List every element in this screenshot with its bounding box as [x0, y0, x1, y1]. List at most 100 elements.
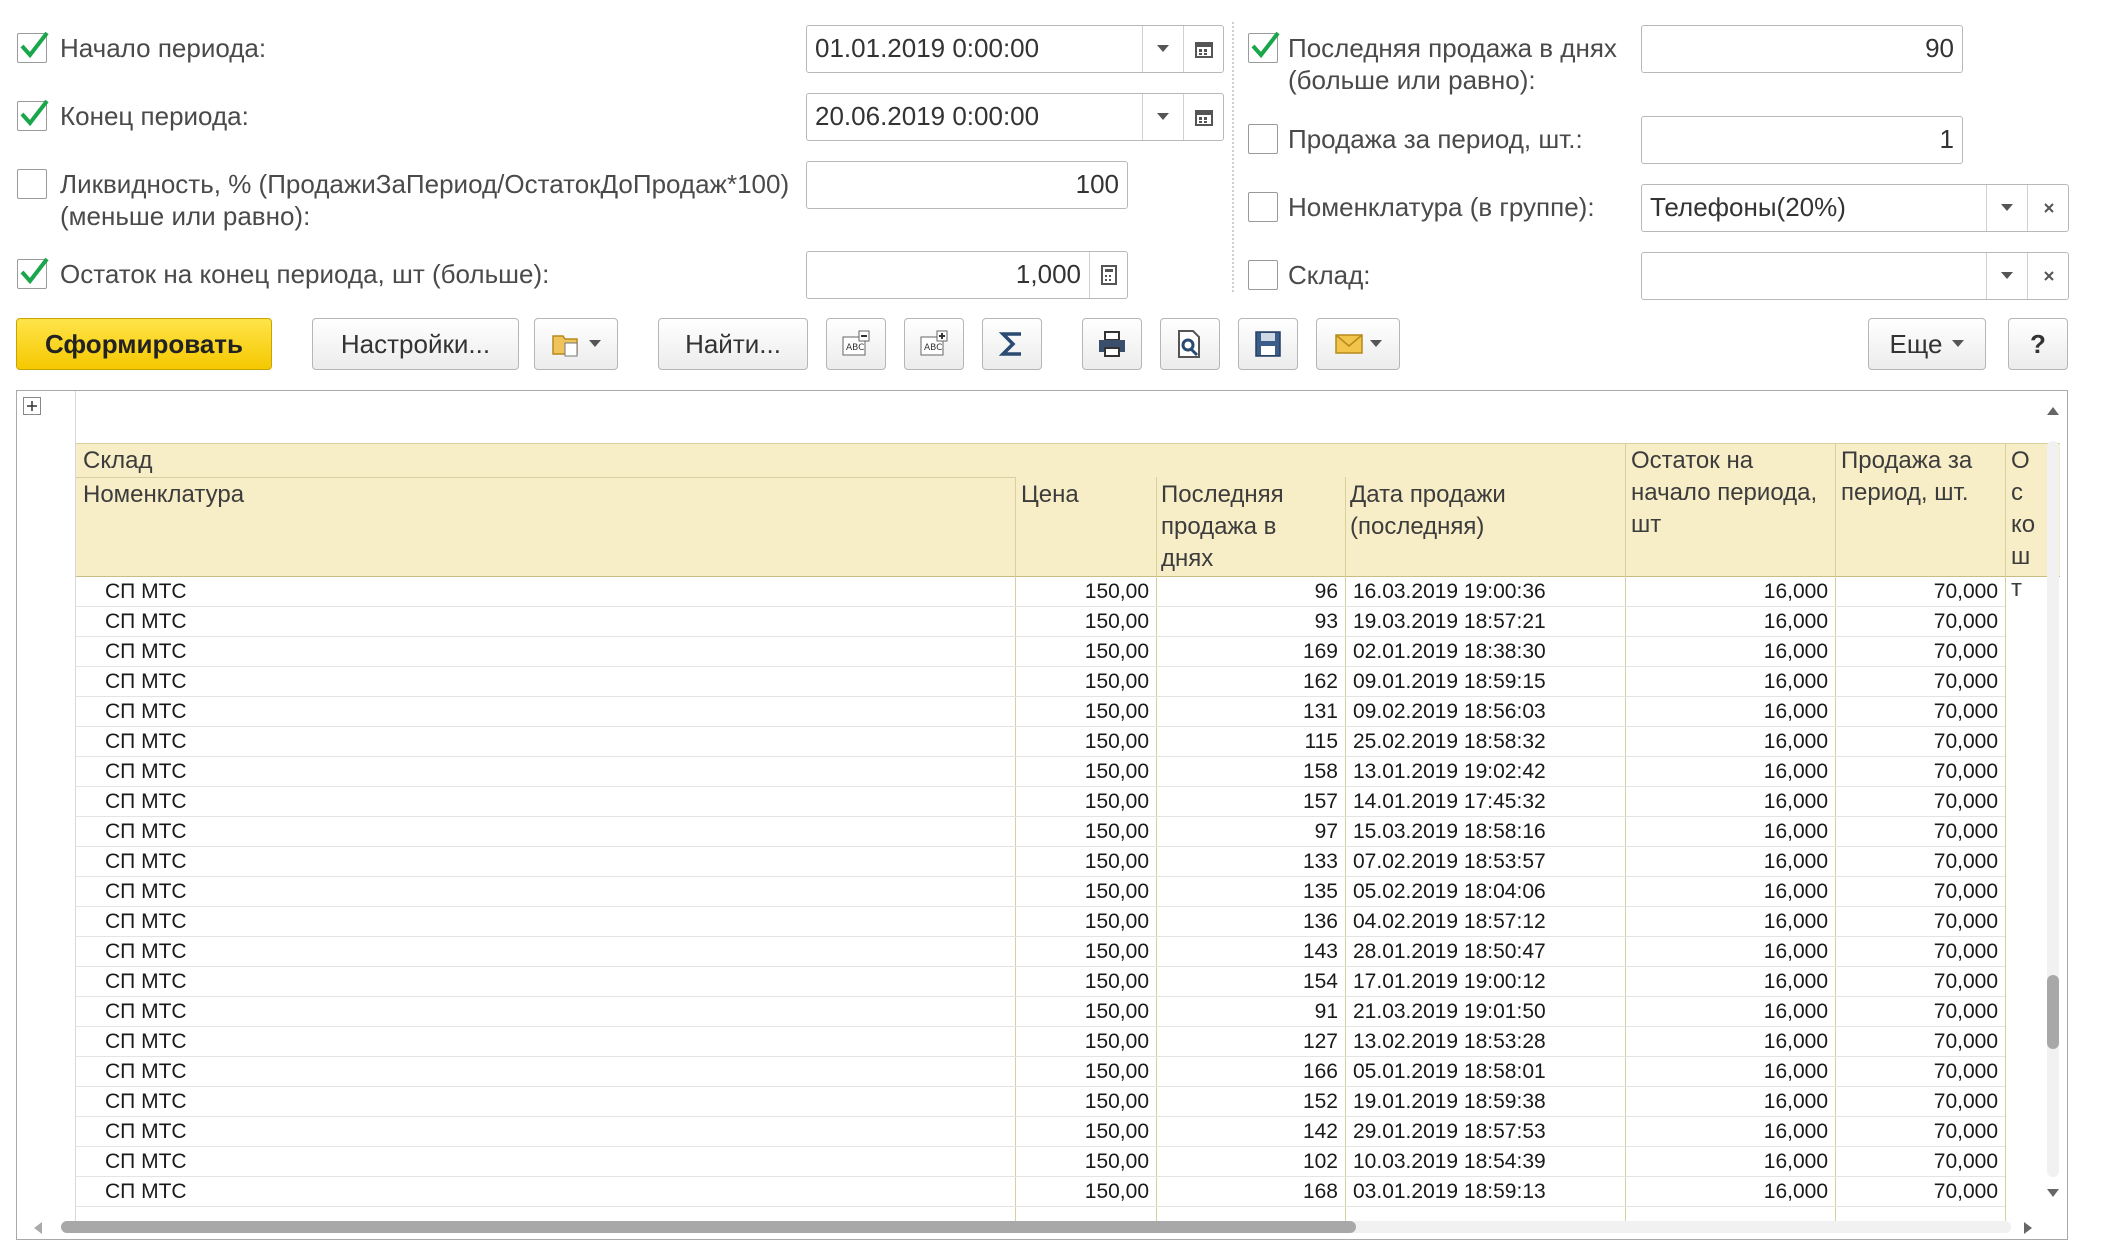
clear-icon[interactable]	[2027, 185, 2069, 231]
scroll-left-icon[interactable]	[33, 1221, 45, 1234]
preview-button[interactable]	[1160, 318, 1220, 370]
calendar-icon[interactable]	[1183, 94, 1224, 140]
cell-price: 150,00	[1084, 970, 1149, 993]
table-row[interactable]: СП МТС 150,00 157 14.01.2019 17:45:32 16,000…	[17, 787, 2017, 817]
table-row[interactable]: СП МТС 150,00 158 13.01.2019 19:02:42 16,000…	[17, 757, 2017, 787]
cell-period-sales: 70,000	[1933, 670, 1998, 693]
table-row[interactable]: СП МТС 150,00 142 29.01.2019 18:57:53 16,000…	[17, 1117, 2017, 1147]
settings-button[interactable]: Настройки...	[312, 318, 519, 370]
dropdown-arrow-icon[interactable]	[1986, 185, 2027, 231]
table-row[interactable]: СП МТС 150,00 169 02.01.2019 18:38:30 16,000…	[17, 637, 2017, 667]
table-row[interactable]: СП МТС 150,00 136 04.02.2019 18:57:12 16,000…	[17, 907, 2017, 937]
cell-price: 150,00	[1084, 580, 1149, 603]
period-start-checkbox[interactable]	[17, 31, 49, 63]
nomenclature-checkbox[interactable]	[1248, 192, 1278, 222]
sum-button[interactable]	[982, 318, 1042, 370]
find-button[interactable]: Найти...	[658, 318, 808, 370]
table-row[interactable]: СП МТС 150,00 93 19.03.2019 18:57:21 16,000 7…	[17, 607, 2017, 637]
clear-icon[interactable]	[2027, 253, 2069, 299]
table-row[interactable]: СП МТС 150,00 135 05.02.2019 18:04:06 16,000…	[17, 877, 2017, 907]
cell-price: 150,00	[1084, 1000, 1149, 1023]
table-row[interactable]: СП МТС 150,00 133 07.02.2019 18:53:57 16,000…	[17, 847, 2017, 877]
more-button[interactable]: Еще	[1868, 318, 1986, 370]
expand-groups-button[interactable]: ABC	[904, 318, 964, 370]
cell-nomenclature: СП МТС	[105, 670, 187, 693]
warehouse-checkbox[interactable]	[1248, 260, 1278, 290]
table-row[interactable]: СП МТС 150,00 96 16.03.2019 19:00:36 16,000 7…	[17, 577, 2017, 607]
scroll-right-icon[interactable]	[2023, 1221, 2035, 1234]
last-sale-days-field[interactable]: 90	[1641, 25, 1963, 73]
save-button[interactable]	[1238, 318, 1298, 370]
collapse-groups-button[interactable]: ABC	[826, 318, 886, 370]
cell-period-sales: 70,000	[1933, 1000, 1998, 1023]
dropdown-arrow-icon[interactable]	[1142, 94, 1183, 140]
table-row[interactable]: СП МТС 150,00 91 21.03.2019 19:01:50 16,000 7…	[17, 997, 2017, 1027]
sales-period-label: Продажа за период, шт.:	[1288, 124, 1583, 154]
cell-price: 150,00	[1084, 1090, 1149, 1113]
send-mail-button[interactable]	[1316, 318, 1400, 370]
dropdown-arrow-icon[interactable]	[1142, 26, 1183, 72]
nomenclature-field[interactable]: Телефоны(20%)	[1641, 184, 2069, 232]
cell-start-balance: 16,000	[1763, 1180, 1828, 1203]
cell-sale-date: 19.03.2019 18:57:21	[1353, 610, 1546, 633]
warehouse-label: Склад:	[1288, 260, 1371, 290]
cell-last-sale-days: 168	[1302, 1180, 1338, 1203]
sales-period-field[interactable]: 1	[1641, 116, 1963, 164]
period-start-field[interactable]: 01.01.2019 0:00:00	[806, 25, 1224, 73]
table-row[interactable]: СП МТС 150,00 127 13.02.2019 18:53:28 16,000…	[17, 1027, 2017, 1057]
last-sale-days-checkbox[interactable]	[1248, 31, 1280, 63]
cell-start-balance: 16,000	[1763, 880, 1828, 903]
cell-sale-date: 04.02.2019 18:57:12	[1353, 910, 1546, 933]
table-row[interactable]: СП МТС 150,00 131 09.02.2019 18:56:03 16,000…	[17, 697, 2017, 727]
header-period-sales: Продажа за период, шт.	[1841, 447, 1973, 506]
cell-start-balance: 16,000	[1763, 730, 1828, 753]
variant-button[interactable]	[534, 318, 618, 370]
cell-start-balance: 16,000	[1763, 700, 1828, 723]
cell-last-sale-days: 91	[1314, 1000, 1338, 1023]
warehouse-field[interactable]	[1641, 252, 2069, 300]
table-row[interactable]: СП МТС 150,00 97 15.03.2019 18:58:16 16,000 7…	[17, 817, 2017, 847]
horizontal-scrollbar[interactable]	[61, 1221, 2011, 1233]
stock-end-checkbox[interactable]	[17, 257, 49, 289]
table-row[interactable]: СП МТС 150,00 162 09.01.2019 18:59:15 16,000…	[17, 667, 2017, 697]
stock-end-field[interactable]: 1,000	[806, 251, 1128, 299]
table-row[interactable]: СП МТС 150,00 143 28.01.2019 18:50:47 16,000…	[17, 937, 2017, 967]
table-row[interactable]: СП МТС 150,00 152 19.01.2019 18:59:38 16,000…	[17, 1087, 2017, 1117]
cell-start-balance: 16,000	[1763, 640, 1828, 663]
table-row[interactable]: СП МТС 150,00 102 10.03.2019 18:54:39 16,000…	[17, 1147, 2017, 1177]
period-end-field[interactable]: 20.06.2019 0:00:00	[806, 93, 1224, 141]
cell-sale-date: 16.03.2019 19:00:36	[1353, 580, 1546, 603]
calendar-icon[interactable]	[1183, 26, 1224, 72]
dropdown-arrow-icon[interactable]	[1986, 253, 2027, 299]
cell-start-balance: 16,000	[1763, 1090, 1828, 1113]
calculator-icon[interactable]	[1089, 252, 1128, 298]
cell-last-sale-days: 157	[1302, 790, 1338, 813]
cell-sale-date: 15.03.2019 18:58:16	[1353, 820, 1546, 843]
scroll-up-icon[interactable]	[2047, 403, 2059, 415]
table-row[interactable]: СП МТС 150,00 166 05.01.2019 18:58:01 16,000…	[17, 1057, 2017, 1087]
table-row[interactable]: СП МТС 150,00 154 17.01.2019 19:00:12 16,000…	[17, 967, 2017, 997]
print-button[interactable]	[1082, 318, 1142, 370]
vertical-scrollbar[interactable]	[2047, 441, 2059, 1177]
vertical-scroll-thumb[interactable]	[2047, 975, 2059, 1049]
report-table[interactable]: Склад Номенклатура Цена Последняя продаж…	[16, 390, 2068, 1240]
preview-icon	[1178, 330, 1200, 358]
sales-period-checkbox[interactable]	[1248, 124, 1278, 154]
period-end-checkbox[interactable]	[17, 99, 49, 131]
horizontal-scroll-thumb[interactable]	[61, 1221, 1356, 1233]
cell-period-sales: 70,000	[1933, 970, 1998, 993]
cell-start-balance: 16,000	[1763, 1000, 1828, 1023]
scroll-down-icon[interactable]	[2047, 1185, 2059, 1197]
cell-period-sales: 70,000	[1933, 1120, 1998, 1143]
liquidity-checkbox[interactable]	[17, 169, 47, 199]
cell-nomenclature: СП МТС	[105, 790, 187, 813]
help-button[interactable]: ?	[2008, 318, 2068, 370]
table-body: СП МТС 150,00 96 16.03.2019 19:00:36 16,000 7…	[17, 577, 2037, 1217]
expand-icon[interactable]	[23, 397, 41, 415]
generate-button[interactable]: Сформировать	[16, 318, 272, 370]
table-row[interactable]: СП МТС 150,00 115 25.02.2019 18:58:32 16,000…	[17, 727, 2017, 757]
liquidity-field[interactable]: 100	[806, 161, 1128, 209]
table-row[interactable]: СП МТС 150,00 168 03.01.2019 18:59:13 16,000…	[17, 1177, 2017, 1207]
cell-period-sales: 70,000	[1933, 940, 1998, 963]
more-label: Еще	[1889, 328, 1943, 359]
